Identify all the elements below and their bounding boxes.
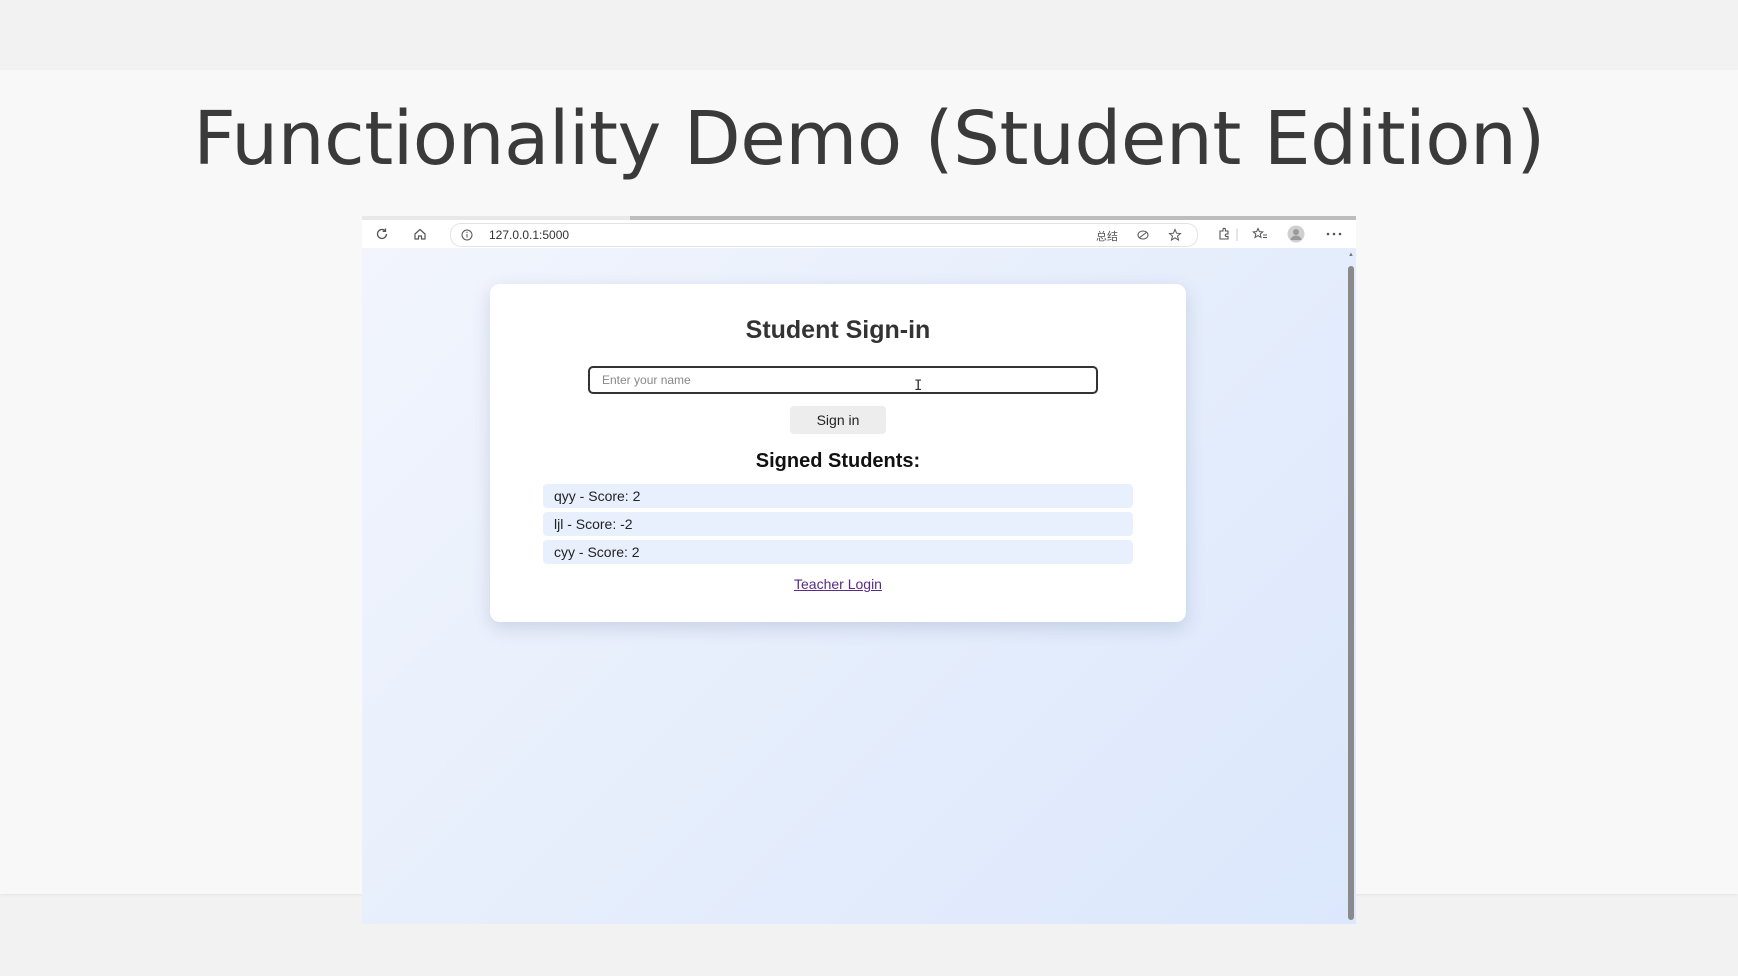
slide-title: Functionality Demo (Student Edition) — [193, 96, 1545, 182]
teacher-login-container: Teacher Login — [490, 576, 1186, 592]
browser-toolbar: 127.0.0.1:5000 总结 | — [362, 220, 1356, 248]
browser-window: 127.0.0.1:5000 总结 | ▲ Student Sign-in En… — [362, 216, 1356, 924]
reload-icon[interactable] — [372, 224, 392, 244]
slide: Functionality Demo (Student Edition) 127… — [0, 70, 1738, 924]
profile-icon[interactable] — [1286, 224, 1306, 244]
signin-card: Student Sign-in I Sign in Signed Student… — [490, 284, 1186, 622]
toolbar-divider: | — [1234, 227, 1240, 241]
more-icon[interactable] — [1324, 224, 1344, 244]
scrollbar[interactable]: ▲ — [1348, 252, 1354, 920]
star-icon[interactable] — [1165, 225, 1185, 245]
address-bar[interactable]: 127.0.0.1:5000 总结 — [450, 223, 1198, 247]
student-list: qyy - Score: 2 ljl - Score: -2 cyy - Sco… — [543, 484, 1133, 568]
list-item: ljl - Score: -2 — [543, 512, 1133, 536]
list-item: qyy - Score: 2 — [543, 484, 1133, 508]
scroll-up-arrow-icon[interactable]: ▲ — [1348, 252, 1354, 258]
scrollbar-thumb[interactable] — [1348, 266, 1354, 920]
list-item: cyy - Score: 2 — [543, 540, 1133, 564]
teacher-login-link[interactable]: Teacher Login — [794, 576, 882, 592]
text-cursor-icon: I — [914, 378, 923, 394]
summary-button[interactable]: 总结 — [1096, 228, 1118, 244]
signin-button[interactable]: Sign in — [790, 406, 886, 434]
page-viewport: ▲ Student Sign-in I Sign in Signed Stude… — [362, 248, 1356, 924]
info-icon[interactable] — [457, 225, 477, 245]
favorites-icon[interactable] — [1250, 224, 1270, 244]
name-input[interactable] — [588, 366, 1098, 394]
page-title: Student Sign-in — [745, 316, 931, 344]
home-icon[interactable] — [410, 224, 430, 244]
students-heading: Signed Students: — [755, 450, 921, 472]
url-text[interactable]: 127.0.0.1:5000 — [489, 228, 569, 242]
read-aloud-icon[interactable] — [1133, 225, 1153, 245]
